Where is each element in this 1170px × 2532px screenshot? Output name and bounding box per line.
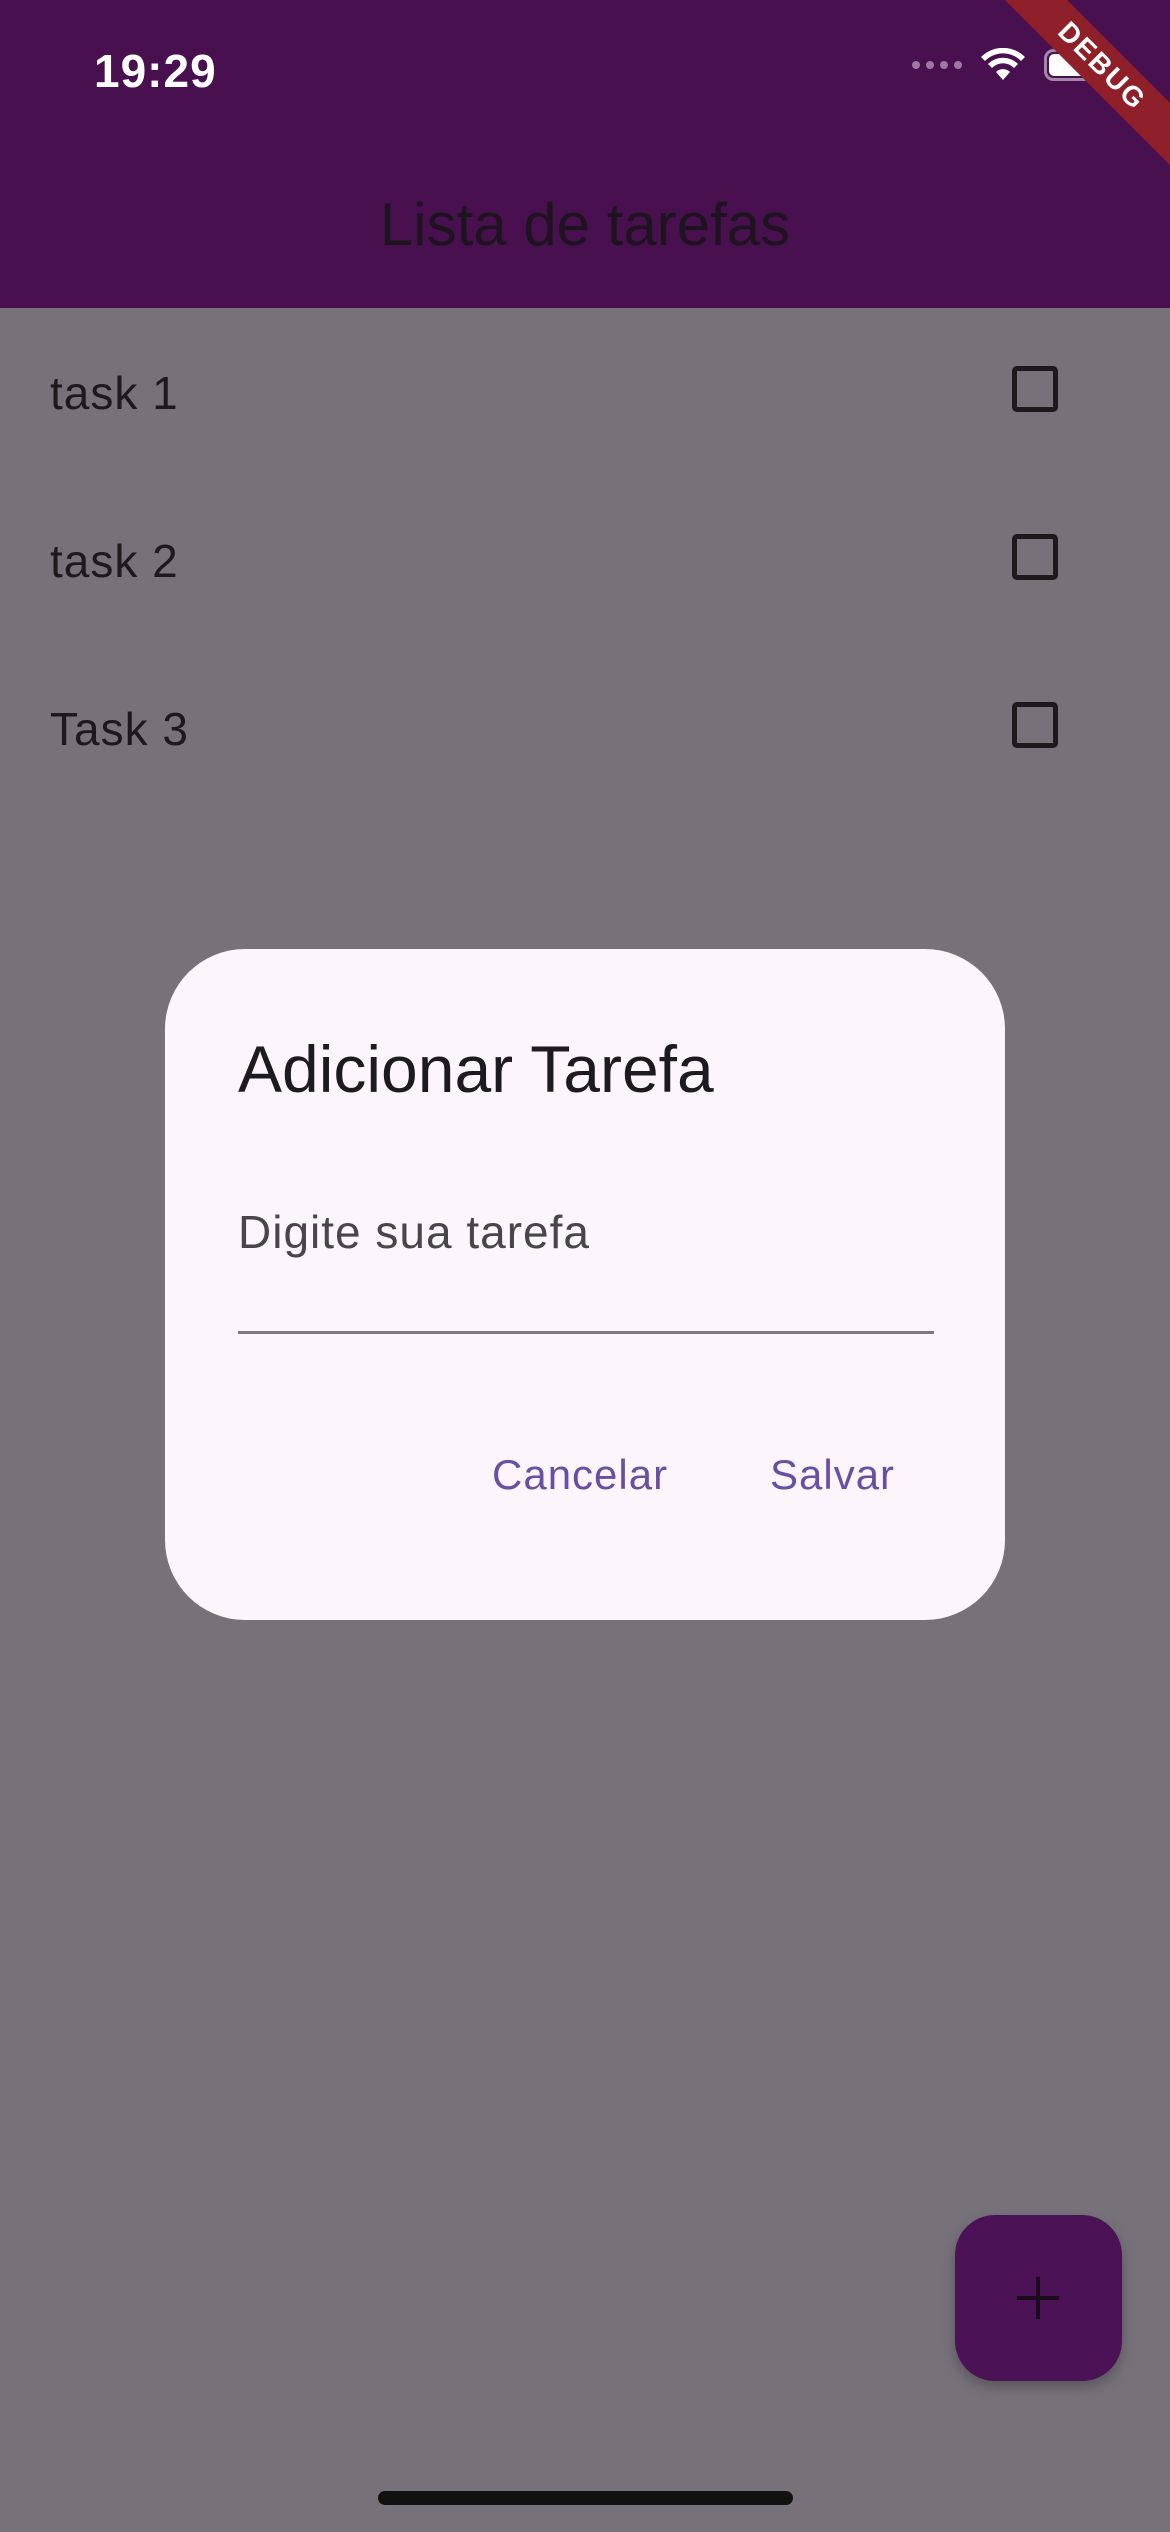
plus-icon: [1017, 2277, 1059, 2319]
page-title: Lista de tarefas: [379, 191, 791, 258]
task-label: Task 3: [50, 703, 189, 755]
input-underline: [238, 1331, 934, 1334]
app-bar: 19:29 Lista de tarefas DEBUG: [0, 0, 1170, 308]
status-time: 19:29: [94, 45, 217, 97]
debug-banner: DEBUG: [1000, 0, 1170, 170]
cancel-button[interactable]: Cancelar: [492, 1451, 668, 1499]
cellular-signal-icon: [912, 61, 962, 69]
dialog-title: Adicionar Tarefa: [238, 1032, 714, 1106]
save-button[interactable]: Salvar: [770, 1451, 895, 1499]
list-item[interactable]: task 2: [0, 476, 1170, 644]
add-task-dialog: Adicionar Tarefa Cancelar Salvar: [165, 949, 1005, 1620]
task-checkbox[interactable]: [1012, 534, 1058, 580]
list-item[interactable]: task 1: [0, 308, 1170, 476]
task-list: task 1 task 2 Task 3: [0, 308, 1170, 812]
add-task-fab[interactable]: [955, 2215, 1122, 2381]
debug-banner-label: DEBUG: [1000, 0, 1170, 170]
task-label: task 1: [50, 367, 179, 419]
home-indicator: [378, 2491, 793, 2505]
task-checkbox[interactable]: [1012, 702, 1058, 748]
task-checkbox[interactable]: [1012, 366, 1058, 412]
task-input[interactable]: [238, 1205, 934, 1259]
list-item[interactable]: Task 3: [0, 644, 1170, 812]
task-label: task 2: [50, 535, 179, 587]
